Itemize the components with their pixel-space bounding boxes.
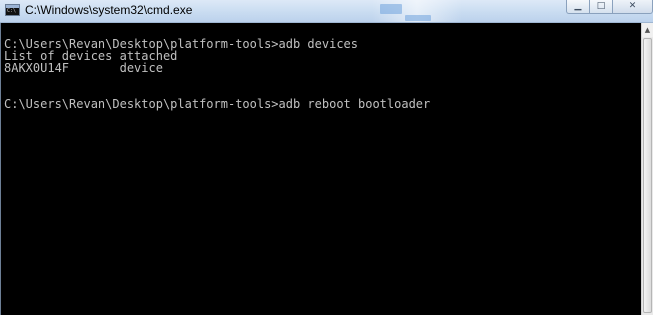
- console-output[interactable]: C:\Users\Revan\Desktop\platform-tools>ad…: [0, 23, 641, 315]
- chevron-up-icon: ▲: [644, 26, 651, 34]
- window-title: C:\Windows\system32\cmd.exe: [25, 3, 193, 17]
- cmd-console-icon[interactable]: [5, 4, 20, 16]
- maximize-icon: □: [596, 1, 606, 11]
- scrollbar-thumb[interactable]: [643, 38, 652, 313]
- console-line: C:\Users\Revan\Desktop\platform-tools>ad…: [4, 97, 431, 111]
- title-bar[interactable]: C:\Windows\system32\cmd.exe ▁ □ ✕: [0, 0, 653, 23]
- background-window-mark: [405, 15, 431, 21]
- close-button[interactable]: ✕: [612, 0, 653, 14]
- close-icon: ✕: [628, 1, 637, 11]
- vertical-scrollbar[interactable]: ▲: [641, 23, 653, 315]
- console-lines: C:\Users\Revan\Desktop\platform-tools>ad…: [4, 38, 430, 110]
- cmd-window: C:\Windows\system32\cmd.exe ▁ □ ✕ C:\Use…: [0, 0, 653, 315]
- console-line: 8AKX0U14F device: [4, 61, 163, 75]
- maximize-button[interactable]: □: [589, 0, 613, 14]
- minimize-button[interactable]: ▁: [566, 0, 590, 14]
- background-window-mark: [380, 4, 402, 14]
- scroll-up-button[interactable]: ▲: [642, 23, 653, 37]
- minimize-icon: ▁: [574, 1, 582, 11]
